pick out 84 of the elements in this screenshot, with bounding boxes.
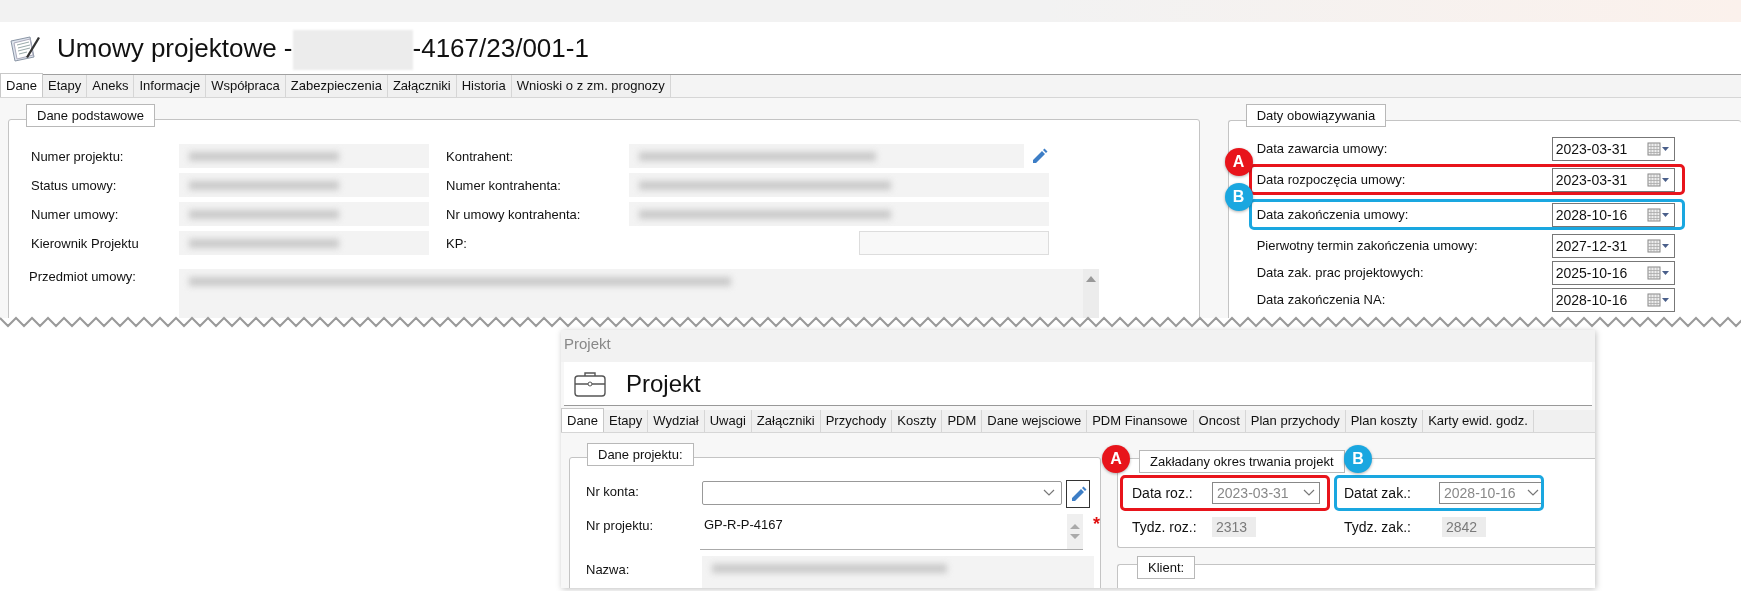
field-label: Data roz.: xyxy=(1131,485,1194,501)
date-picker[interactable]: 2023-03-31 xyxy=(1551,136,1675,161)
date-value: 2028-10-16 xyxy=(1555,291,1628,308)
tab[interactable]: Dane xyxy=(561,408,605,432)
date-value: 2023-03-31 xyxy=(1555,140,1628,157)
scrollbar[interactable] xyxy=(1083,269,1099,318)
field-label: Numer projektu: xyxy=(30,148,125,164)
group-title: Klient: xyxy=(1137,556,1196,579)
tab[interactable]: Informacje xyxy=(134,75,207,97)
chevron-down-icon xyxy=(1303,489,1315,497)
calendar-dropdown-icon xyxy=(1646,207,1670,222)
callout-badge: A xyxy=(1102,445,1130,473)
date-value: 2025-10-16 xyxy=(1555,264,1628,281)
date-picker[interactable]: 2028-10-16 xyxy=(1551,202,1675,227)
date-value: 2027-12-31 xyxy=(1555,237,1628,254)
tab[interactable]: Załączniki xyxy=(387,75,457,97)
calendar-dropdown-icon xyxy=(1646,265,1670,280)
date-value: 2028-10-16 xyxy=(1444,485,1516,501)
tab[interactable]: Zabezpieczenia xyxy=(285,75,388,97)
field-label: Tydz. zak.: xyxy=(1343,519,1412,535)
date-value: 2023-03-31 xyxy=(1555,171,1628,188)
field-label: Nazwa: xyxy=(586,561,631,577)
readonly-field: 2842 xyxy=(1442,517,1486,537)
field-label: Nr projektu: xyxy=(586,517,655,533)
field-label: Pierwotny termin zakończenia umowy: xyxy=(1256,238,1478,253)
chevron-down-icon xyxy=(1527,489,1539,497)
tab[interactable]: Etapy xyxy=(43,75,88,97)
tab[interactable]: Współpraca xyxy=(206,75,286,97)
text-field[interactable]: GP-R-P-4167 xyxy=(699,514,1067,549)
tab[interactable]: Dane xyxy=(0,73,44,97)
field-label: Kierownik Projektu xyxy=(30,235,140,251)
field-label: Data zak. prac projektowych: xyxy=(1256,265,1424,280)
callout-badge: B xyxy=(1224,183,1253,211)
group-title: Daty obowiązywania xyxy=(1245,104,1387,127)
page-title: Projekt xyxy=(626,369,701,398)
field-label: Data rozpoczęcia umowy: xyxy=(1256,172,1406,187)
group-title: Zakładany okres trwania projekt xyxy=(1139,450,1345,473)
field-label: Numer umowy: xyxy=(30,206,120,222)
field-label: Data zakończenia NA: xyxy=(1256,292,1386,307)
date-value: 2023-03-31 xyxy=(1217,485,1289,501)
tab[interactable]: Aneks xyxy=(87,75,135,97)
scrollbar[interactable] xyxy=(1067,514,1083,549)
field-label: Data zakończenia umowy: xyxy=(1256,207,1409,222)
readonly-field: 2313 xyxy=(1212,517,1256,537)
edit-button[interactable] xyxy=(1066,480,1090,508)
field-label: Datat zak.: xyxy=(1343,485,1412,501)
scroll-up-icon xyxy=(1085,275,1097,283)
tab[interactable]: Wnioski o z zm. prognozy xyxy=(511,75,671,97)
date-picker[interactable]: 2027-12-31 xyxy=(1551,233,1675,258)
tab[interactable]: Historia xyxy=(456,75,512,97)
required-mark: * xyxy=(1093,514,1100,535)
calendar-dropdown-icon xyxy=(1646,141,1670,156)
callout-badge: A xyxy=(1224,148,1253,176)
window-title: -4167/23/001-1 xyxy=(412,32,589,64)
field-label: Kontrahent: xyxy=(445,148,515,164)
field-label: Nr umowy kontrahenta: xyxy=(445,206,582,222)
dropdown-field[interactable] xyxy=(702,481,1062,505)
field-label: Nr konta: xyxy=(586,483,640,499)
briefcase-icon xyxy=(574,370,606,397)
field-label: Status umowy: xyxy=(30,177,118,193)
field-label: Przedmiot umowy: xyxy=(29,269,137,286)
group-title: Dane projektu: xyxy=(587,443,694,466)
field-label: Tydz. roz.: xyxy=(1131,519,1198,535)
input-field[interactable] xyxy=(859,231,1049,255)
calendar-dropdown-icon xyxy=(1646,238,1670,253)
calendar-dropdown-icon xyxy=(1646,292,1670,307)
field-label: KP: xyxy=(445,235,468,251)
date-value: 2028-10-16 xyxy=(1555,206,1628,223)
scroll-arrows-icon xyxy=(1069,523,1081,540)
chevron-down-icon xyxy=(1043,489,1055,497)
notepad-pen-icon xyxy=(8,33,42,63)
date-picker[interactable]: 2023-03-31 xyxy=(1551,167,1675,192)
field-label: Data zawarcia umowy: xyxy=(1256,141,1388,156)
date-picker[interactable]: 2028-10-16 xyxy=(1551,287,1675,312)
group-title: Dane podstawowe xyxy=(26,104,155,127)
pencil-icon[interactable] xyxy=(1030,147,1049,165)
callout-badge: B xyxy=(1344,445,1372,473)
field-label: Numer kontrahenta: xyxy=(445,177,562,193)
window-title: Umowy projektowe - xyxy=(57,32,293,64)
date-dropdown[interactable]: 2028-10-16 xyxy=(1439,482,1544,504)
date-picker[interactable]: 2025-10-16 xyxy=(1551,260,1675,285)
date-dropdown[interactable]: 2023-03-31 xyxy=(1212,482,1320,504)
calendar-dropdown-icon xyxy=(1646,172,1670,187)
window-caption: Projekt xyxy=(561,330,1595,362)
